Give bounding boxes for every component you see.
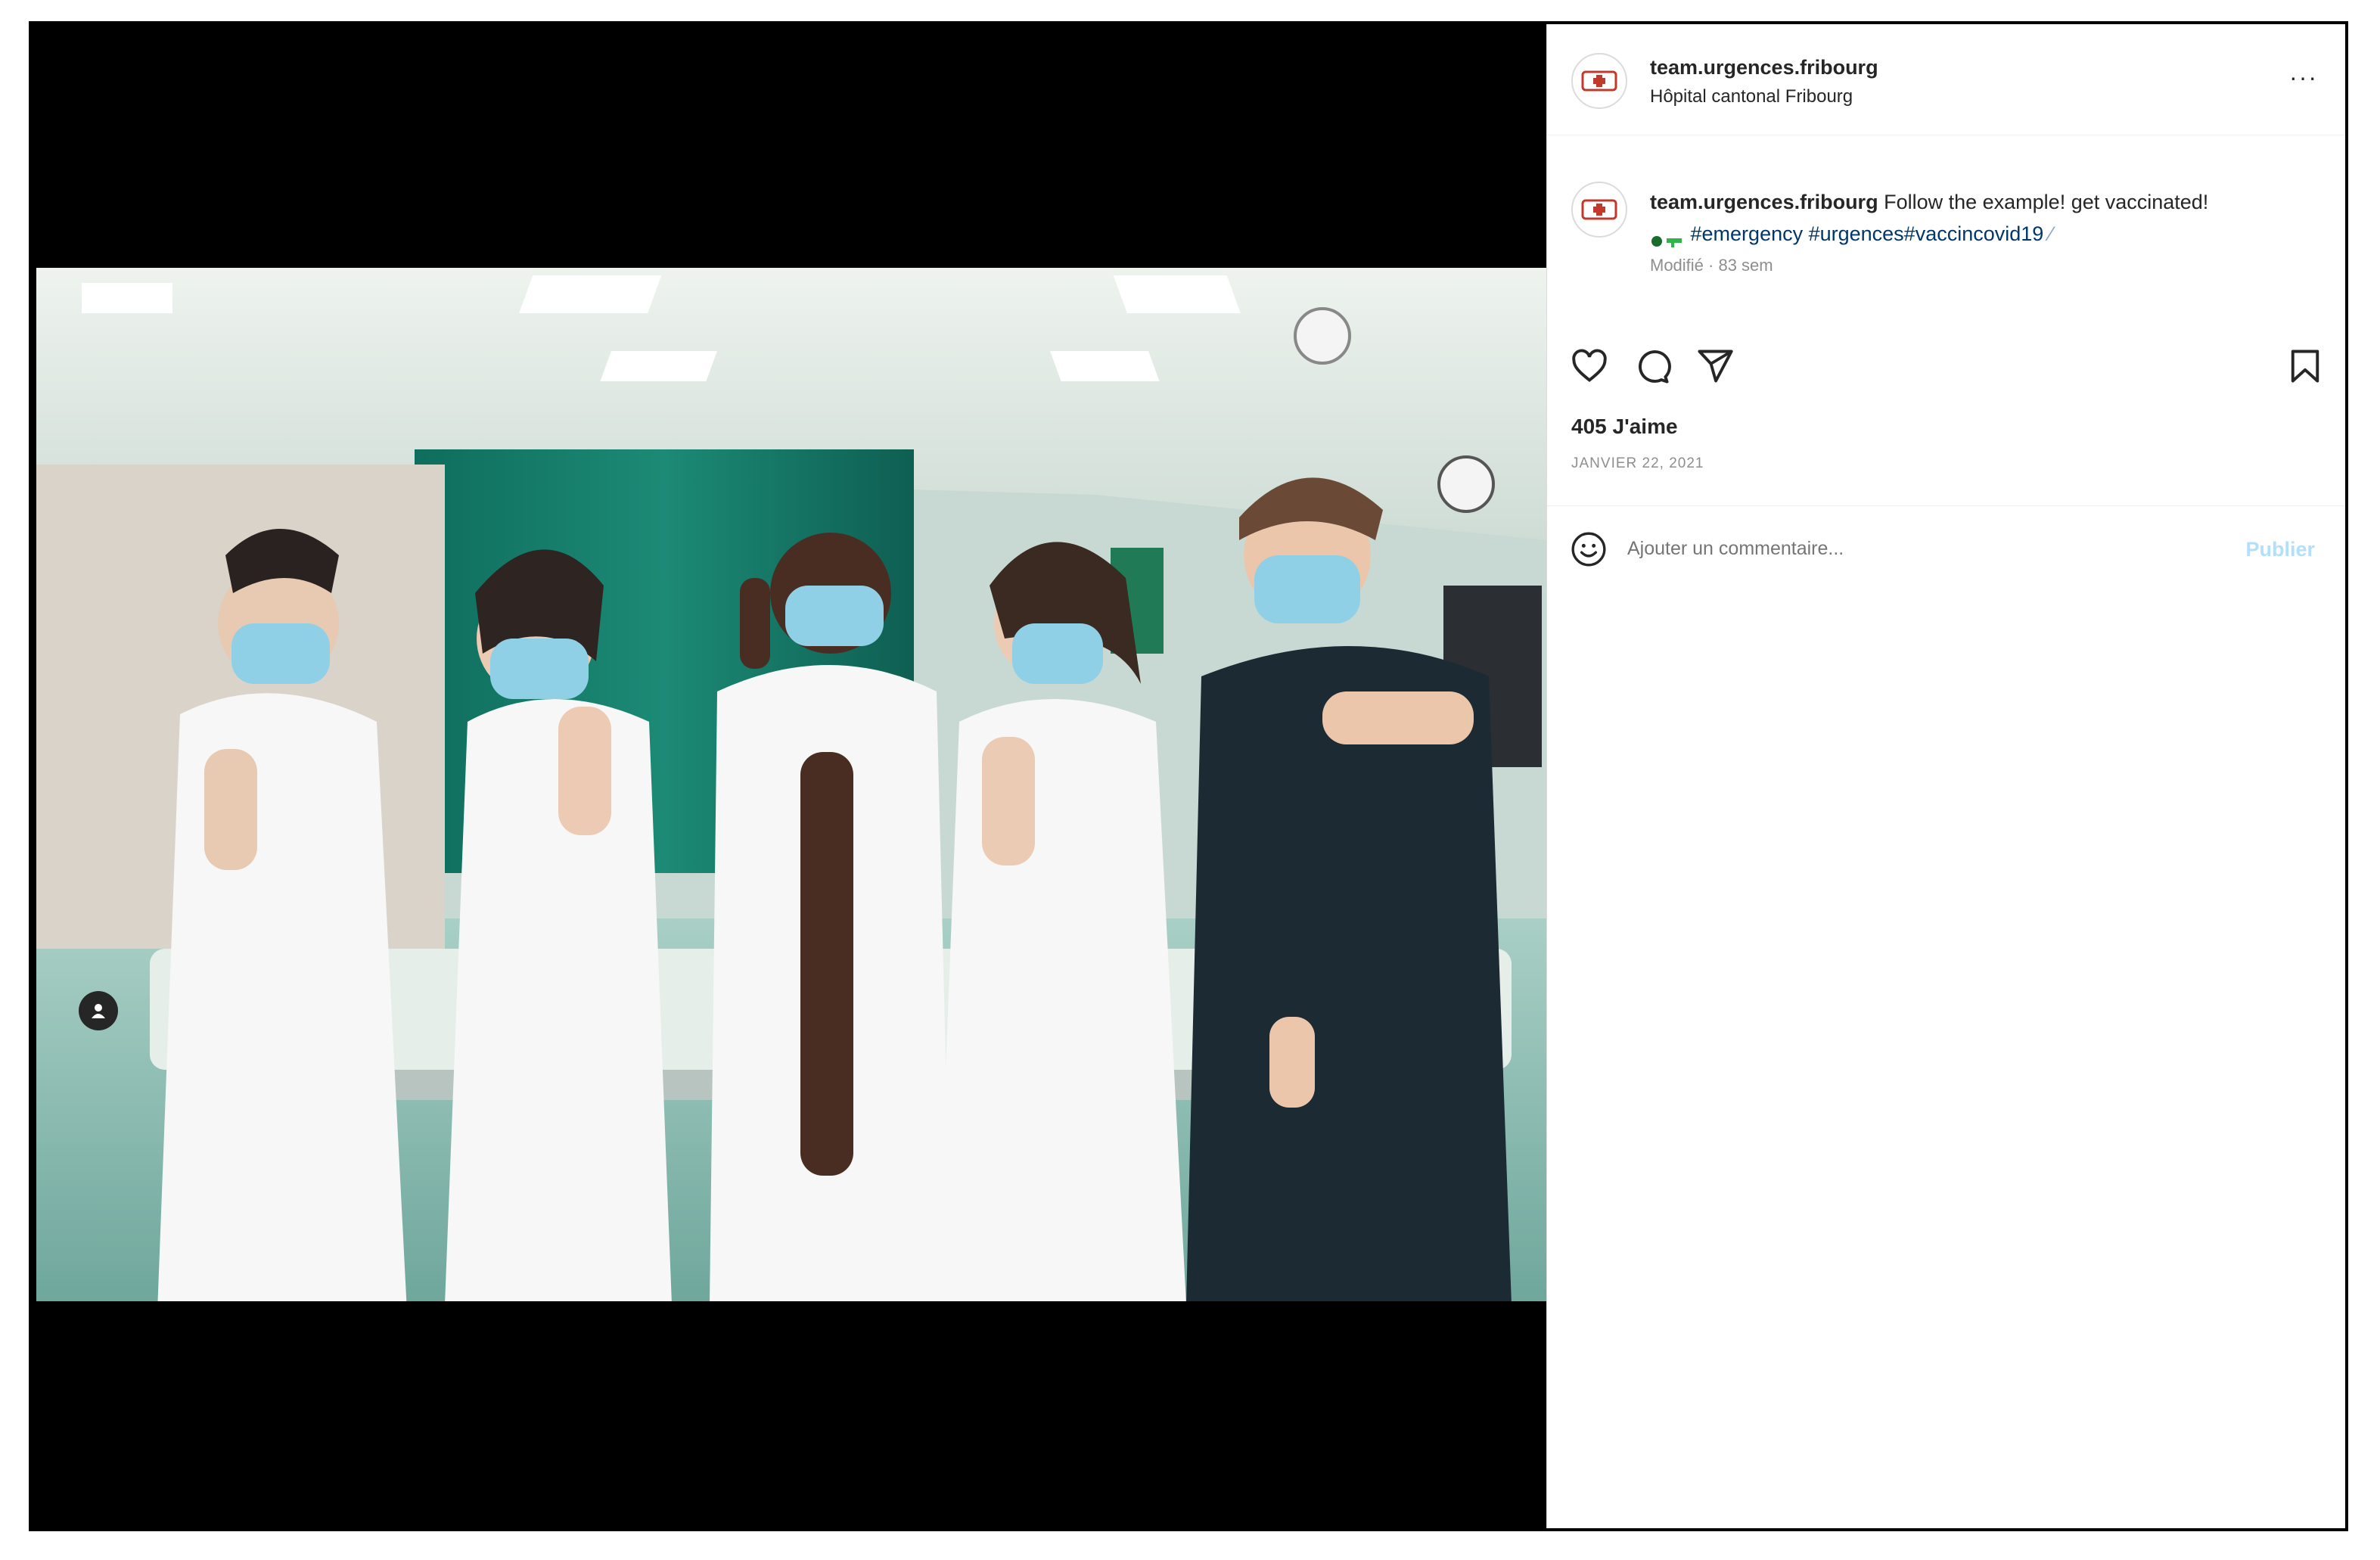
comment-icon[interactable] [1632,346,1671,386]
comment-input[interactable] [1627,538,2217,560]
caption-text: team.urgences.fribourg Follow the exampl… [1650,186,2316,250]
syringe-icon: ⁄ [2049,222,2053,245]
caption-hashtags[interactable]: #emergency #urgences#vaccincovid19 [1691,222,2044,245]
heart-icon[interactable] [1570,346,1609,386]
more-icon[interactable]: ··· [2289,65,2318,89]
publish-button[interactable]: Publier [2245,538,2315,561]
post-location[interactable]: Hôpital cantonal Fribourg [1650,86,1853,107]
post-sidebar: team.urgences.fribourg Hôpital cantonal … [1546,24,2345,1528]
comment-bar: Publier [1547,505,2345,582]
caption-avatar[interactable] [1571,182,1627,238]
post-username[interactable]: team.urgences.fribourg [1650,56,1878,79]
share-icon[interactable] [1695,346,1735,386]
post-header: team.urgences.fribourg Hôpital cantonal … [1547,24,2345,135]
likes-count[interactable]: 405 J'aime [1571,415,1678,439]
bookmark-icon[interactable] [2285,346,2325,386]
action-bar [1547,342,2345,395]
avatar[interactable] [1571,53,1627,109]
tag-user-icon[interactable] [79,991,118,1030]
vaccine-emoji-icon [1650,227,1685,247]
caption-meta: Modifié · 83 sem [1650,256,1773,275]
post-date: JANVIER 22, 2021 [1571,455,1704,471]
emoji-icon[interactable] [1570,530,1608,568]
post-photo[interactable] [36,268,1546,1301]
post-media[interactable] [32,24,1546,1528]
caption-message: Follow the example! get vaccinated! [1884,191,2209,213]
caption-username[interactable]: team.urgences.fribourg [1650,191,1878,213]
